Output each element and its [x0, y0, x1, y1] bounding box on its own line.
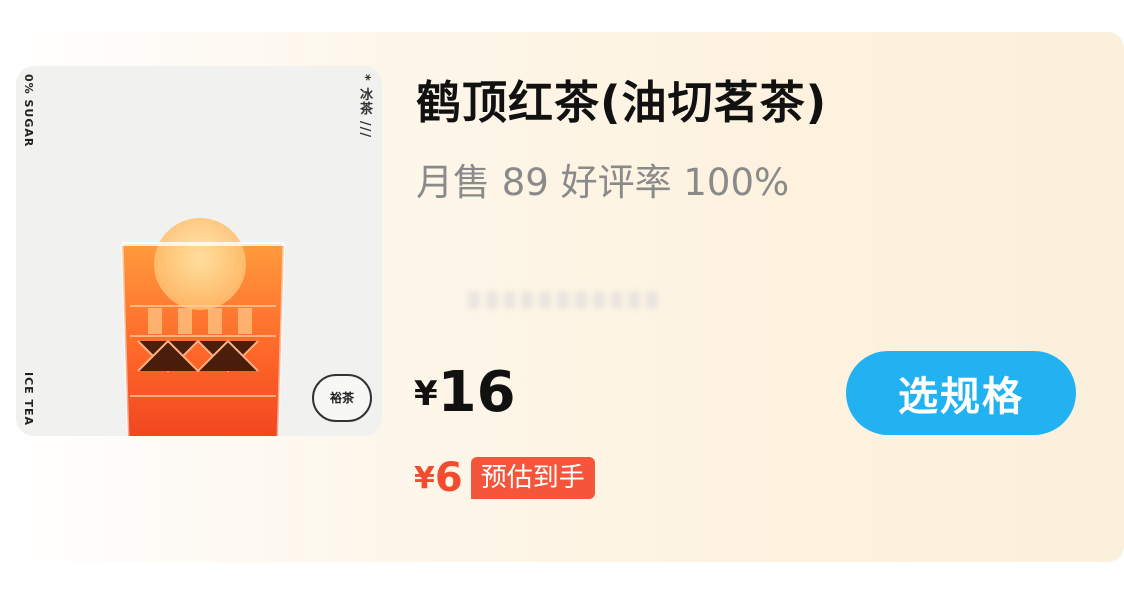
estimated-price: ¥ 6 预估到手	[414, 455, 595, 501]
image-ice-tea-text: ICE TEA	[22, 372, 35, 427]
price-value: 16	[437, 360, 516, 425]
estimated-value: 6	[434, 455, 463, 501]
estimated-currency: ¥	[414, 460, 435, 496]
image-sugar-text: 0% SUGAR	[22, 74, 35, 148]
price: ¥16	[414, 360, 516, 425]
iced-tea-glass-icon	[120, 218, 286, 436]
estimated-badge: 预估到手	[470, 457, 595, 499]
image-chinese-text: * 冰茶 ///	[357, 74, 372, 139]
brand-logo: 裕茶	[312, 374, 372, 422]
product-title: 鹤顶红茶(油切茗茶)	[416, 76, 828, 129]
blurred-tags	[468, 286, 658, 314]
price-currency: ¥	[414, 374, 438, 414]
divider-strip	[0, 562, 1124, 594]
product-image[interactable]: 0% SUGAR ICE TEA * 冰茶 /// 裕茶	[16, 66, 382, 436]
select-spec-button[interactable]: 选规格	[846, 351, 1076, 435]
sales-rating-text: 月售 89 好评率 100%	[416, 161, 790, 204]
